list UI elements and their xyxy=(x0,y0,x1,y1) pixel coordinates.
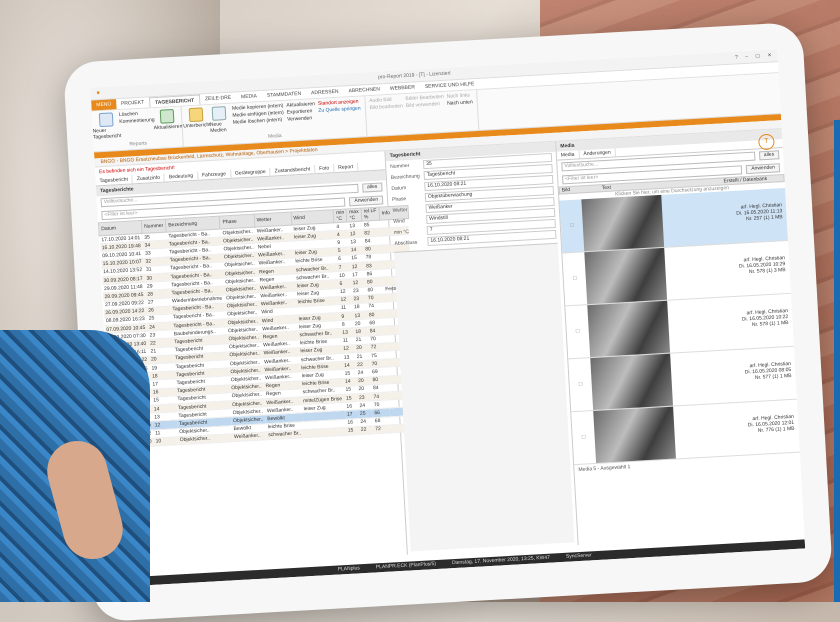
column-header[interactable]: max °C xyxy=(346,208,362,222)
maximize-button[interactable]: ▢ xyxy=(755,53,760,59)
move-down-button[interactable]: Nach unten xyxy=(447,99,473,107)
edit-image-button[interactable]: Bild bearbeiten xyxy=(369,103,403,112)
field-label: Abschluss xyxy=(394,239,418,247)
field-label: Datum xyxy=(391,184,407,192)
notes-area[interactable] xyxy=(394,242,575,552)
media-search-button[interactable]: alles xyxy=(758,150,780,161)
report-detail-panel: Tagesbericht Nummer 35 Bezeichnung Tagesber… xyxy=(385,141,579,555)
reports-search-button[interactable]: alles xyxy=(361,182,383,193)
field-label: Wind xyxy=(393,217,405,225)
checkbox-icon[interactable]: ☐ xyxy=(562,252,587,305)
tablet-screen: ■ pro-Report 2019 - [T] - Lizenziert ? –… xyxy=(90,49,806,587)
media-photo xyxy=(587,300,671,358)
subtab-media[interactable]: Media xyxy=(556,150,580,160)
field-label: Bezeichnung xyxy=(390,172,420,181)
close-button[interactable]: ✕ xyxy=(767,53,772,59)
new-media-button[interactable]: Neue Medien xyxy=(209,106,230,134)
checkbox-icon[interactable]: ☐ xyxy=(559,199,584,252)
tablet-device: ■ pro-Report 2019 - [T] - Lizenziert ? –… xyxy=(62,21,834,622)
status-app: PLANplus xyxy=(337,565,361,573)
sub-report-button[interactable]: Unterbericht xyxy=(183,107,211,135)
status-project: PLANPR.ECK (PlanPlus/5) xyxy=(375,561,437,571)
field-label: Wetter xyxy=(392,206,408,214)
new-report-button[interactable]: Neuer Tagesbericht xyxy=(92,112,121,141)
use-image-button[interactable]: Bild verwenden xyxy=(406,101,445,110)
media-panel: Media Media Änderungen Volltextsuche... … xyxy=(556,129,804,545)
help-button[interactable]: ? xyxy=(735,54,738,60)
field-label: min °C xyxy=(393,228,410,236)
media-photo xyxy=(590,353,674,411)
ribbon-group-reports: Neuer Tagesbericht Löschen Kommentierung… xyxy=(91,106,185,152)
field-label: Nummer xyxy=(390,162,410,170)
subtab-report[interactable]: Report xyxy=(334,162,359,173)
media-meta: arf. Hegl. Christian Di. 16.05.2020 08:05… xyxy=(670,347,797,406)
tab-menu[interactable]: MENÜ xyxy=(91,99,117,111)
tab-media[interactable]: MEDIA xyxy=(236,91,262,102)
window-buttons: ? – ▢ ✕ xyxy=(729,53,772,61)
table-cell: 15 xyxy=(345,426,360,436)
column-header[interactable]: min °C xyxy=(333,208,348,223)
checkbox-icon[interactable]: ☐ xyxy=(565,305,590,358)
reports-apply-button[interactable]: Anwenden xyxy=(349,195,384,207)
blue-panel-edge xyxy=(834,120,840,602)
main-area: Es befinden sich ein Tagesbericht! Tages… xyxy=(94,129,804,571)
media-meta: arf. Hegl. Christian Di. 16.05.2020 12:01… xyxy=(673,400,800,459)
table-cell: 10 xyxy=(153,436,179,446)
media-photo xyxy=(581,194,665,252)
table-cell: 22 xyxy=(358,425,374,435)
tab-webbber[interactable]: WEBBBER xyxy=(385,82,421,94)
checkbox-icon[interactable]: ☐ xyxy=(568,358,593,411)
subtab-foto[interactable]: Foto xyxy=(315,164,335,174)
tab-projekt[interactable]: PROJEKT xyxy=(116,97,150,109)
media-use-button[interactable]: Verwenden xyxy=(287,115,316,124)
column-header[interactable]: rel.LF % xyxy=(360,207,380,222)
checkbox-icon[interactable]: ☐ xyxy=(571,411,596,464)
image-icon xyxy=(211,106,227,121)
comment-button[interactable]: Kommentierung xyxy=(119,117,155,126)
field-label: Phase xyxy=(391,195,407,203)
minimize-button[interactable]: – xyxy=(745,54,748,60)
table-cell: schwacher Br.. xyxy=(266,429,304,440)
media-photo xyxy=(593,406,676,463)
goto-source-button[interactable]: Zu Quelle springen xyxy=(318,106,361,115)
table-cell xyxy=(302,427,347,438)
table-cell: Objektsicher.. xyxy=(177,433,233,445)
media-apply-button[interactable]: Anwenden xyxy=(746,163,781,175)
media-meta: arf. Hegl. Christian Di. 16.05.2020 10:29… xyxy=(664,241,791,300)
media-meta: arf. Hegl. Christian Di. 16.05.2020 11:13… xyxy=(661,188,788,247)
status-date: Dienstag, 17. November 2020, 13:25, KW47 xyxy=(451,554,551,567)
new-document-icon xyxy=(98,112,114,128)
tab-zeile[interactable]: ZEILE-DRE xyxy=(200,92,237,104)
media-delete-button[interactable]: Medie löschen (intern) xyxy=(233,117,285,127)
media-meta: arf. Hegl. Christian Di. 16.05.2020 10:22… xyxy=(667,294,794,353)
refresh-icon xyxy=(159,108,175,124)
table-cell: Weißanker.. xyxy=(231,431,267,442)
refresh-button[interactable]: Aktualisieren xyxy=(154,108,182,137)
table-cell: 72 xyxy=(373,424,392,434)
ribbon-group-image: Audio Bild Bild bearbeiten Bilder Bearbe… xyxy=(364,90,480,137)
status-sync: SyncServer xyxy=(565,552,592,560)
folder-icon xyxy=(188,107,204,123)
media-photo xyxy=(584,247,668,305)
